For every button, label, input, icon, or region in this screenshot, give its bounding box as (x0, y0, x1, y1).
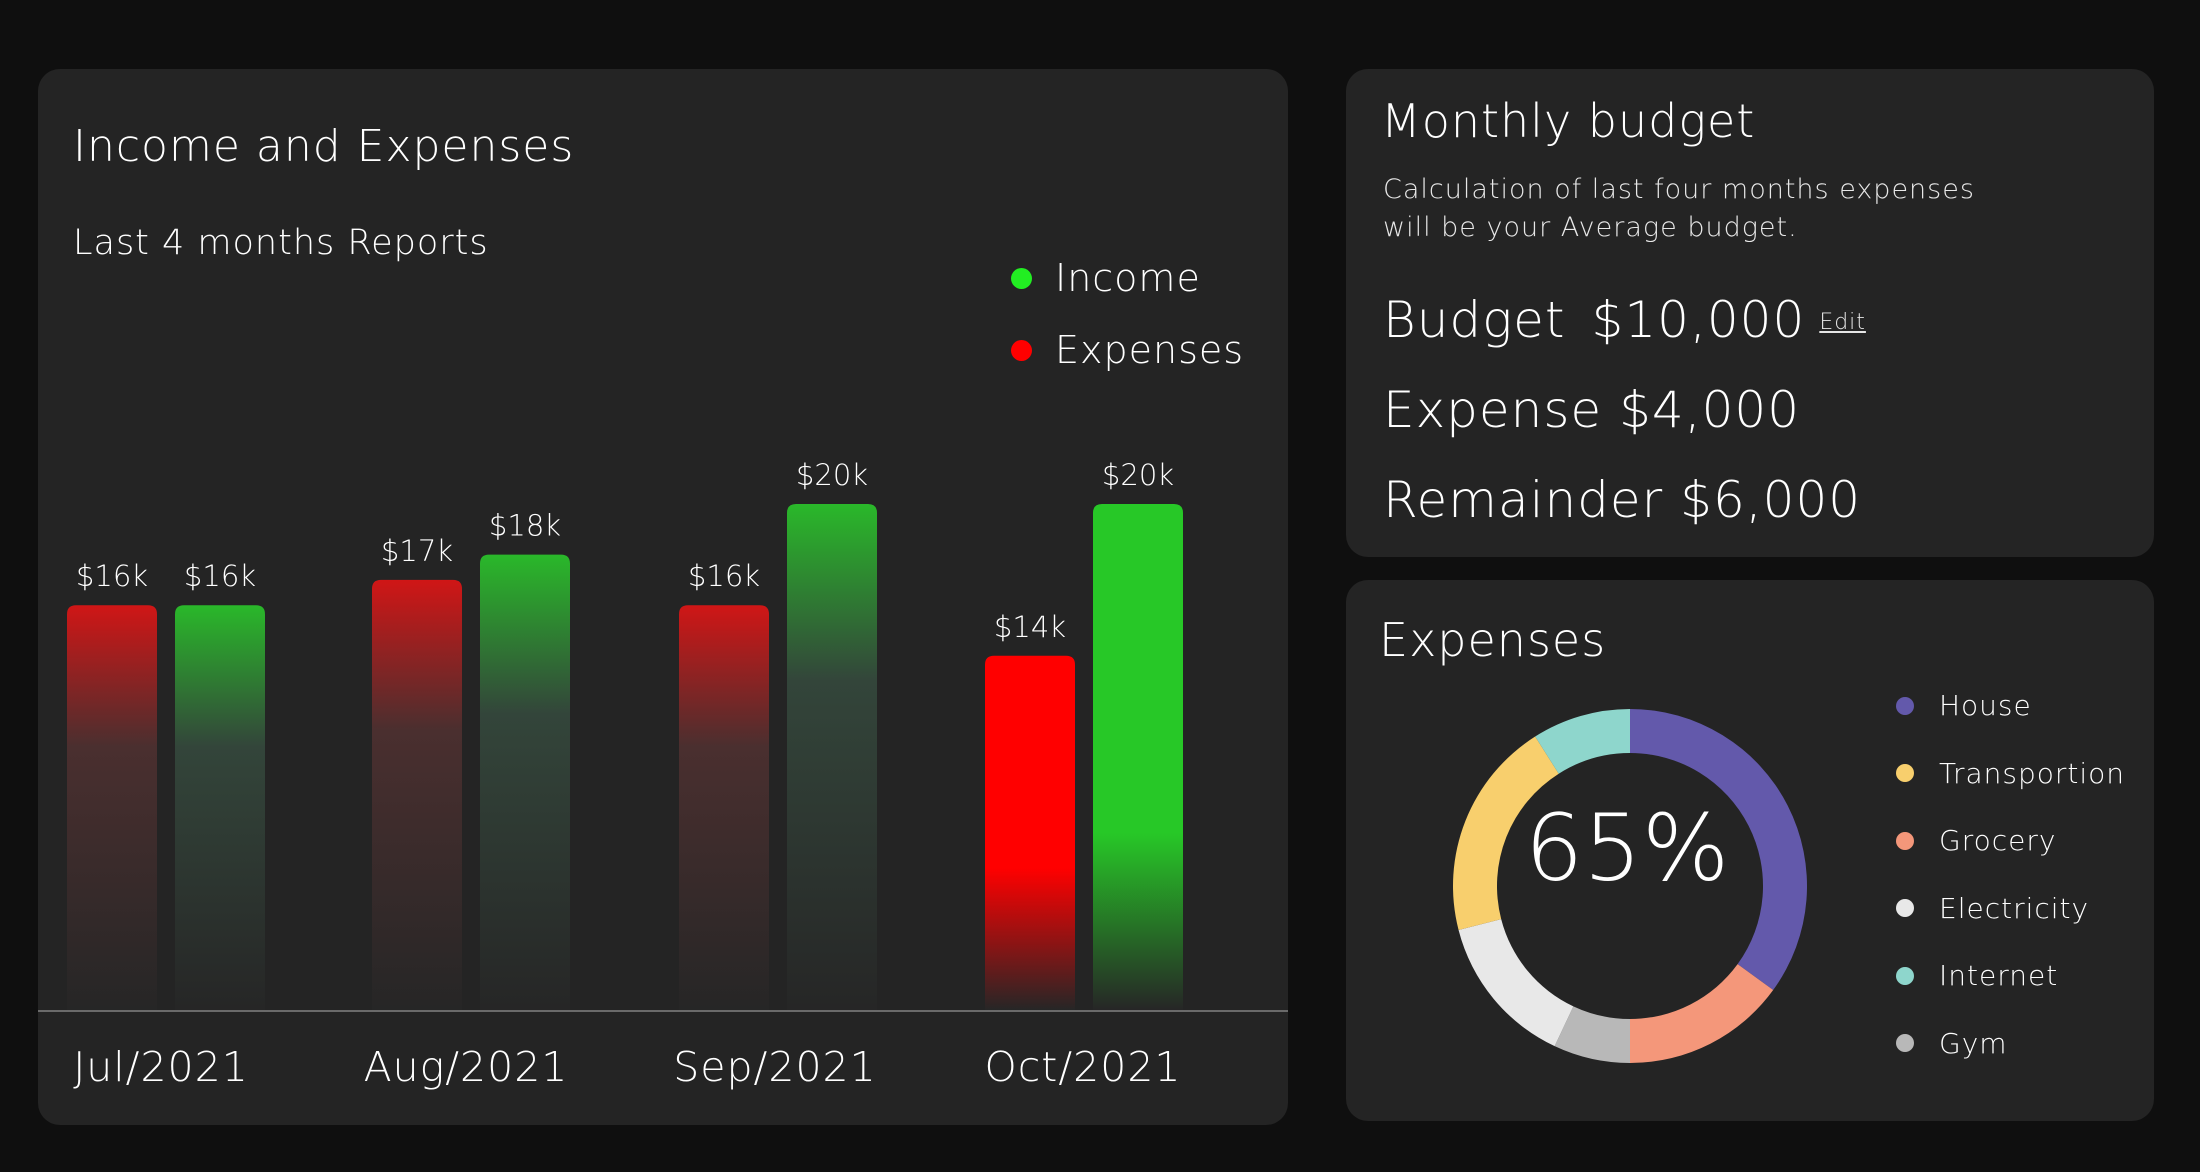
donut-center-percentage: 65% (1524, 794, 1730, 902)
income-expenses-card: Income and Expenses Last 4 months Report… (38, 69, 1288, 1125)
monthly-budget-card: Monthly budget Calculation of last four … (1346, 69, 2154, 557)
income-expenses-bar-chart: $16k $16k Jul/2021 $17k $18k Aug/2021 $16k $20k… (38, 458, 1288, 1091)
x-tick-label-oct-2021: Oct/2021 (984, 1043, 1181, 1091)
edit-budget-link[interactable]: Edit (1819, 310, 1866, 335)
expense-bar-sep-2021[interactable] (679, 605, 769, 1010)
x-tick-label-aug-2021: Aug/2021 (364, 1043, 569, 1091)
income-value-label-aug-2021: $18k (489, 509, 561, 543)
expense-bar-aug-2021[interactable] (372, 579, 462, 1010)
expense-value-label-aug-2021: $17k (381, 534, 453, 568)
legend-label-transportion: Transportion (1939, 756, 2126, 790)
legend-label-gym: Gym (1939, 1026, 2008, 1060)
expense-bar-oct-2021[interactable] (985, 655, 1075, 1010)
expense-row: Expense $4,000 (1383, 381, 1800, 439)
budget-card-title: Monthly budget (1381, 94, 1756, 148)
budget-row: Budget $10,000 Edit (1383, 291, 1866, 349)
legend-item-electricity[interactable]: Electricity (1896, 875, 2125, 943)
legend-label-internet: Internet (1939, 959, 2059, 993)
income-bar-sep-2021[interactable] (787, 504, 877, 1010)
remainder-row: Remainder $6,000 (1383, 471, 1861, 529)
legend-item-grocery[interactable]: Grocery (1896, 807, 2125, 875)
expense-value: $4,000 (1619, 381, 1801, 439)
income-bar-jul-2021[interactable] (175, 605, 265, 1010)
budget-label: Budget (1383, 291, 1566, 349)
legend-label-grocery: Grocery (1939, 824, 2057, 858)
budget-value: $10,000 (1591, 291, 1806, 349)
income-bar-aug-2021[interactable] (480, 554, 570, 1010)
legend-item-transportion[interactable]: Transportion (1896, 740, 2125, 808)
electricity-dot-icon (1896, 899, 1914, 918)
house-dot-icon (1896, 696, 1914, 715)
internet-dot-icon (1896, 966, 1914, 985)
legend-label-electricity: Electricity (1939, 891, 2090, 925)
expense-value-label-sep-2021: $16k (688, 559, 760, 593)
legend-item-house[interactable]: House (1896, 672, 2125, 740)
income-value-label-jul-2021: $16k (184, 559, 256, 593)
budget-description: Calculation of last four months expenses… (1383, 174, 1975, 243)
grocery-dot-icon (1896, 831, 1914, 850)
income-value-label-oct-2021: $20k (1102, 458, 1174, 492)
gym-dot-icon (1896, 1034, 1914, 1053)
expenses-card-title: Expenses (1379, 613, 1607, 667)
legend-label-house: House (1939, 689, 2032, 723)
expense-label: Expense (1383, 381, 1603, 439)
x-tick-label-sep-2021: Sep/2021 (673, 1043, 876, 1091)
legend-item-internet[interactable]: Internet (1896, 942, 2125, 1010)
legend-item-gym[interactable]: Gym (1896, 1010, 2125, 1078)
expense-value-label-oct-2021: $14k (994, 610, 1066, 644)
x-tick-label-jul-2021: Jul/2021 (73, 1043, 249, 1091)
remainder-value: $6,000 (1680, 471, 1862, 529)
transportion-dot-icon (1896, 764, 1914, 783)
expenses-legend: House Transportion Grocery Electricity Inter… (1896, 672, 2125, 1077)
remainder-label: Remainder (1383, 471, 1664, 529)
expense-bar-jul-2021[interactable] (67, 605, 157, 1010)
income-value-label-sep-2021: $20k (796, 458, 868, 492)
expense-value-label-jul-2021: $16k (76, 559, 148, 593)
income-bar-oct-2021[interactable] (1093, 504, 1183, 1010)
